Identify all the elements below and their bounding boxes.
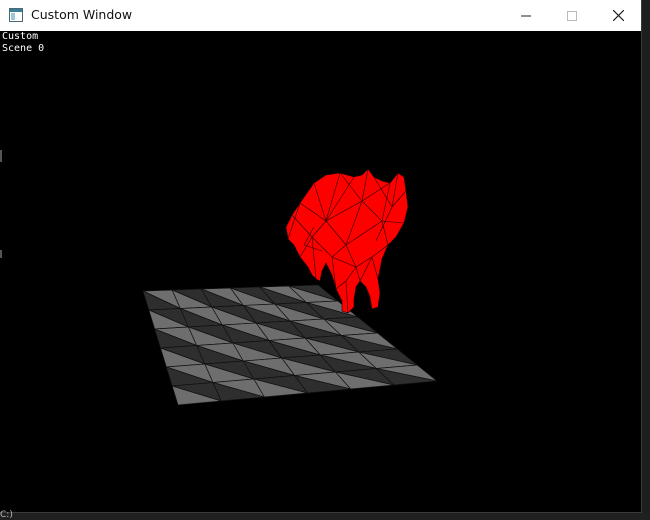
app-window-icon (9, 8, 23, 22)
checkered-floor (142, 284, 438, 406)
debug-overlay: Custom Scene 0 (2, 31, 44, 55)
minimize-icon (521, 15, 531, 16)
maximize-button[interactable] (549, 0, 595, 31)
overlay-line-mode: Custom (2, 31, 39, 42)
render-viewport[interactable]: Custom Scene 0 (0, 31, 641, 512)
taskbar-fragment (0, 513, 650, 520)
window-title: Custom Window (31, 7, 133, 22)
minimize-button[interactable] (503, 0, 549, 31)
application-window: Custom Window Custom Scene 0 (0, 0, 642, 513)
scene-canvas (142, 168, 438, 406)
overlay-line-scene: Scene 0 (2, 43, 45, 54)
maximize-icon (567, 10, 577, 21)
close-button[interactable] (595, 0, 641, 31)
taskbar-label-fragment: C:) (0, 510, 13, 520)
background-edge-mark (0, 250, 2, 258)
title-bar[interactable]: Custom Window (0, 0, 641, 32)
close-icon (612, 10, 624, 21)
background-edge-mark (0, 150, 2, 162)
